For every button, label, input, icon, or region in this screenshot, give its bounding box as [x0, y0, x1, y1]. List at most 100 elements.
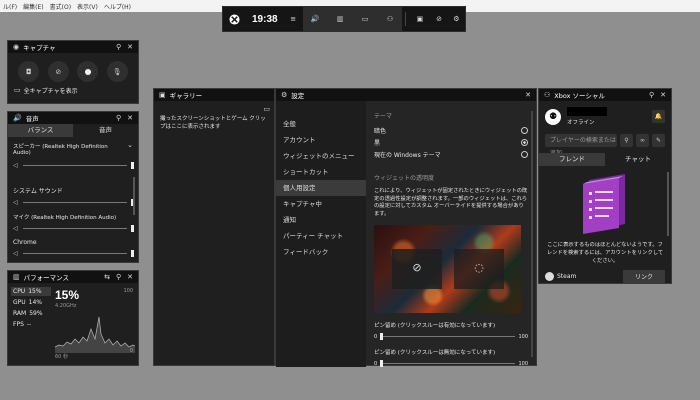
show-all-captures-link[interactable]: ▭ 全キャプチャを表示 — [8, 86, 138, 96]
steam-icon — [545, 271, 554, 281]
record-last-button[interactable]: ⊘ — [47, 61, 69, 82]
camera-icon: ◘ — [25, 67, 32, 76]
menu-icon[interactable]: ≡ — [284, 6, 303, 32]
metric-ram[interactable]: RAM 59% — [11, 309, 51, 318]
chrome-label: Chrome — [13, 239, 37, 246]
steam-link-button[interactable]: リンク — [622, 269, 665, 283]
metric-fps[interactable]: FPS -- — [11, 320, 51, 329]
cpu-big-value: 15% — [55, 288, 80, 302]
performance-widget-icon[interactable]: ▥ — [327, 6, 353, 32]
close-icon[interactable]: ✕ — [127, 273, 133, 281]
pin-icon[interactable]: ⚲ — [116, 114, 121, 122]
player-search-input[interactable]: プレイヤーの検索または追加 — [545, 134, 617, 157]
audio-widget-icon[interactable]: 🔊 — [302, 6, 328, 32]
volume-icon: ◁ — [13, 162, 18, 169]
volume-icon: ◁ — [13, 250, 18, 257]
mic-off-icon: 🎙 — [112, 67, 122, 76]
gamertag-redacted — [567, 107, 607, 116]
settings-icon[interactable]: ⚙ — [448, 6, 465, 32]
options-icon[interactable]: ⇆ — [104, 273, 110, 281]
mic-toggle-button[interactable]: 🎙 — [106, 61, 128, 82]
performance-icon: ▥ — [13, 272, 20, 281]
cpu-value: 15% — [28, 288, 42, 295]
pin-icon[interactable]: ⚲ — [649, 91, 654, 99]
nav-general[interactable]: 全般 — [276, 116, 366, 132]
close-icon[interactable]: ✕ — [127, 114, 133, 122]
tab-friends[interactable]: フレンド — [539, 153, 605, 166]
chevron-down-icon: ⌄ — [127, 141, 133, 149]
expand-icon[interactable]: ▭ — [263, 106, 270, 113]
nav-shortcuts[interactable]: ショートカット — [276, 164, 366, 180]
tab-mix[interactable]: バランス — [8, 124, 73, 137]
chrome-volume-slider[interactable]: ◁ — [13, 250, 134, 257]
theme-option-black[interactable]: 黒 — [374, 138, 528, 147]
start-recording-button[interactable] — [77, 61, 99, 82]
mic-slider[interactable]: ◁ — [13, 225, 134, 232]
gallery-empty-text: 撮ったスクリーンショットとゲーム クリップはここに表示されます — [160, 116, 266, 131]
radio-button[interactable] — [521, 151, 528, 158]
close-icon[interactable]: ✕ — [660, 91, 666, 99]
divider — [405, 12, 407, 26]
avatar[interactable]: ⚉ — [545, 108, 561, 125]
xbox-logo-icon[interactable] — [223, 6, 246, 32]
add-friend-button[interactable]: ⚲ — [620, 134, 633, 147]
pin-clickthrough-off-slider[interactable]: 0 100 — [374, 360, 528, 368]
slider-max: 100 — [518, 333, 528, 340]
link-button[interactable]: ∞ — [636, 134, 649, 147]
settings-window: ⚙ 設定 ✕ 全般 アカウント ウィジェットのメニュー ショートカット 個人用設… — [275, 88, 537, 368]
bg-menu-item[interactable]: ル(F) — [3, 2, 17, 11]
person-icon: ⚉ — [548, 111, 558, 122]
nav-feedback[interactable]: フィードバック — [276, 244, 366, 260]
gallery-icon[interactable]: ▣ — [409, 6, 430, 32]
output-device-label: スピーカー (Realtek High Definition Audio) — [13, 144, 108, 156]
pin-clickthrough-on-label: ピン留め (クリックスルーは有効になっています) — [374, 322, 496, 329]
pin-clickthrough-on-slider[interactable]: 0 100 — [374, 333, 528, 341]
steam-label: Steam — [557, 272, 577, 280]
notifications-button[interactable]: 🔔 — [652, 110, 665, 123]
system-sound-slider[interactable]: ◁ — [13, 199, 134, 206]
pin-icon[interactable]: ⚲ — [116, 43, 121, 51]
fps-value: -- — [26, 321, 32, 328]
settings-content: テーマ 暗色 黒 現在の Windows テーマ ウィジェットの透明度 これによ… — [366, 101, 536, 368]
theme-option-dark[interactable]: 暗色 — [374, 126, 528, 135]
settings-scrollbar[interactable] — [531, 111, 533, 357]
tab-chat[interactable]: チャット — [605, 153, 671, 166]
nav-party-chat[interactable]: パーティー チャット — [276, 228, 366, 244]
close-icon[interactable]: ✕ — [127, 43, 133, 51]
nav-notifications[interactable]: 通知 — [276, 212, 366, 228]
close-icon[interactable]: ✕ — [525, 91, 531, 99]
theme-option-windows[interactable]: 現在の Windows テーマ — [374, 150, 528, 159]
link-icon: ∞ — [640, 137, 645, 144]
clickthrough-icon[interactable]: ⊘ — [430, 6, 447, 32]
xbox-social-scrollbar[interactable] — [667, 172, 669, 236]
pin-icon[interactable]: ⚲ — [116, 273, 121, 281]
bg-menu-item[interactable]: 表示(V) — [77, 2, 98, 11]
metric-gpu[interactable]: GPU 14% — [11, 298, 51, 307]
bg-menu-item[interactable]: 編集(E) — [23, 2, 43, 11]
master-volume-slider[interactable]: ◁ — [13, 162, 134, 169]
bg-menu-item[interactable]: ヘルプ(H) — [104, 2, 131, 11]
xbox-social-widget-icon[interactable]: ⚇ — [377, 6, 403, 32]
radio-button[interactable] — [521, 127, 528, 134]
metric-cpu[interactable]: CPU 15% — [11, 287, 51, 296]
xbox-social-widget: ⚇ Xbox ソーシャル ⚲ ✕ ⚉ オフライン 🔔 プレイヤーの検索または追加… — [538, 88, 672, 284]
nav-personalization[interactable]: 個人用設定 — [276, 180, 366, 196]
capture-widget-icon[interactable]: ▭ — [352, 6, 378, 32]
nav-account[interactable]: アカウント — [276, 132, 366, 148]
empty-friends-text: ここに表示するものはほとんどないようです。フレンドを検索するには、アカウントをリ… — [546, 242, 664, 264]
audio-widget: 🔊 音声 ⚲ ✕ バランス 音声 スピーカー (Realtek High Def… — [7, 111, 139, 263]
slider-max: 100 — [518, 360, 528, 367]
tab-voice[interactable]: 音声 — [73, 124, 138, 137]
presence-status: オフライン — [567, 120, 595, 126]
screenshot-button[interactable]: ◘ — [18, 61, 40, 82]
system-sound-label: システム サウンド — [13, 188, 63, 195]
nav-widget-menu[interactable]: ウィジェットのメニュー — [276, 148, 366, 164]
radio-button[interactable] — [521, 139, 528, 146]
bg-menu-item[interactable]: 書式(O) — [50, 2, 71, 11]
document-illustration-icon — [583, 174, 625, 234]
audio-scrollbar[interactable] — [133, 177, 135, 215]
output-device-select[interactable]: スピーカー (Realtek High Definition Audio) ⌄ — [13, 141, 133, 157]
nav-capturing[interactable]: キャプチャ中 — [276, 196, 366, 212]
compose-button[interactable]: ✎ — [652, 134, 665, 147]
audio-titlebar: 🔊 音声 ⚲ ✕ — [8, 112, 138, 124]
